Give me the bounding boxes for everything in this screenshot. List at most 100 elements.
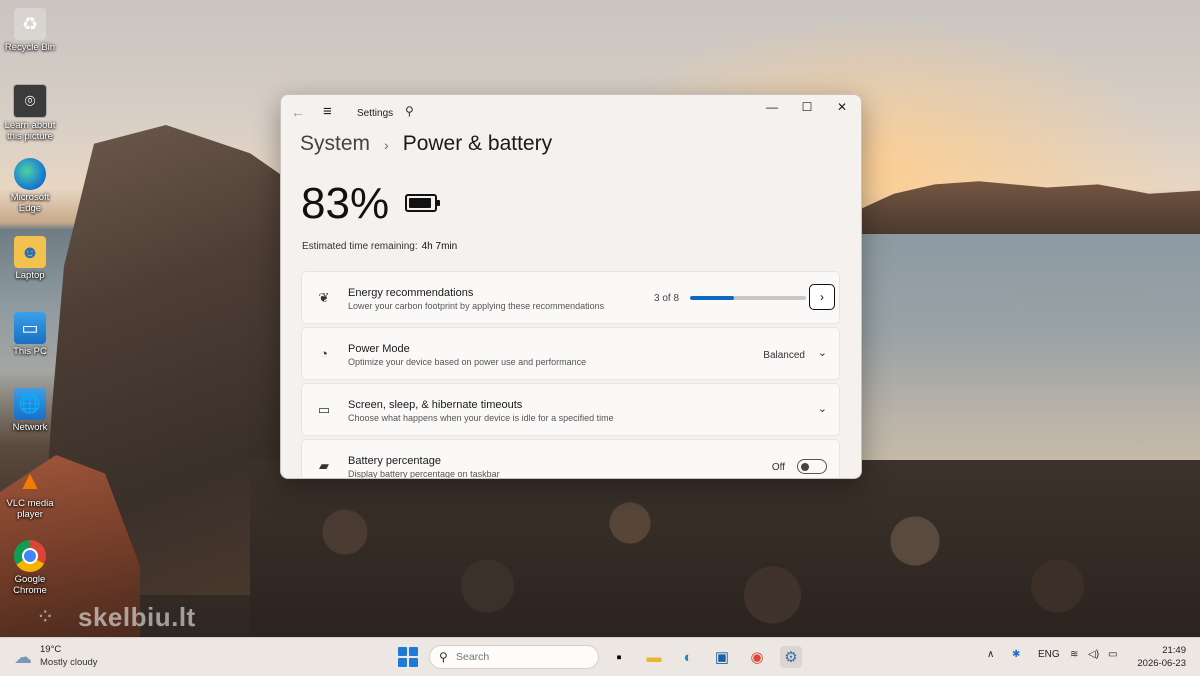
clock-time: 21:49 xyxy=(1162,645,1186,656)
desktop-icon-learn-picture[interactable]: ⌾ Learn about this picture xyxy=(4,84,56,142)
wallpaper-stones xyxy=(250,460,1200,640)
card-title: Screen, sleep, & hibernate timeouts xyxy=(348,399,523,411)
windows-logo-pane xyxy=(409,647,418,656)
card-subtitle: Choose what happens when your device is … xyxy=(348,413,614,423)
toggle-state-label: Off xyxy=(771,462,785,473)
edge-taskbar-icon[interactable]: ◐ xyxy=(677,646,699,668)
network-icon: 🌐 xyxy=(14,388,46,420)
battery-percentage: 83% xyxy=(301,179,390,228)
desktop-icon-label: Laptop xyxy=(15,270,45,281)
desktop-icon-label: Network xyxy=(12,422,48,433)
desktop-icon-this-pc[interactable]: ▭ This PC xyxy=(4,312,56,357)
battery-percentage-toggle[interactable] xyxy=(797,459,827,474)
desktop-icon-label: Learn about this picture xyxy=(4,120,56,142)
microsoft-store-icon[interactable]: ▣ xyxy=(711,646,733,668)
chevron-up-icon[interactable]: ∧ xyxy=(987,649,994,660)
window-title: Settings xyxy=(357,108,394,119)
recycle-bin-icon: ♻ xyxy=(14,8,46,40)
desktop-icon-label: Recycle Bin xyxy=(4,42,56,53)
recommendations-progress-bar xyxy=(690,296,806,300)
breadcrumb-system[interactable]: System xyxy=(300,132,370,156)
desktop-icon-edge[interactable]: Microsoft Edge xyxy=(4,158,56,214)
power-mode-value[interactable]: Balanced xyxy=(763,350,805,361)
back-arrow-icon[interactable]: ← xyxy=(291,104,305,120)
windows-logo-pane xyxy=(409,658,418,667)
desktop-icon-label: VLC media player xyxy=(6,498,54,520)
estimated-time: Estimated time remaining: 4h 7min xyxy=(302,241,457,252)
windows-logo-icon xyxy=(398,647,407,656)
timeouts-card[interactable]: ▭ Screen, sleep, & hibernate timeouts Ch… xyxy=(301,383,840,436)
taskbar-search[interactable]: ⚲ xyxy=(429,645,599,669)
chevron-down-icon[interactable]: ⌄ xyxy=(818,402,827,415)
battery-icon xyxy=(405,194,440,212)
gauge-icon: ◔ xyxy=(320,346,328,361)
settings-window[interactable]: ← ≡ Settings ⚲ — ☐ ✕ System › Power & ba… xyxy=(280,94,862,479)
volume-icon[interactable]: ◁) xyxy=(1088,649,1099,660)
chevron-right-icon: › xyxy=(384,137,389,153)
clock[interactable]: 21:49 2026-06-23 xyxy=(1137,644,1186,670)
desktop-icon-label: This PC xyxy=(13,346,47,357)
bluetooth-icon[interactable]: ✱ xyxy=(1012,649,1020,660)
learn-about-picture-icon: ⌾ xyxy=(13,84,47,118)
weather-temperature[interactable]: 19°C xyxy=(40,644,61,655)
desktop-icon-laptop[interactable]: ☻ Laptop xyxy=(4,236,56,281)
power-mode-card[interactable]: ◔ Power Mode Optimize your device based … xyxy=(301,327,840,380)
settings-taskbar-icon[interactable]: ⚙ xyxy=(780,646,802,668)
estimated-time-value: 4h 7min xyxy=(421,241,458,252)
breadcrumb: System › Power & battery xyxy=(300,132,552,156)
edge-icon xyxy=(14,158,46,190)
wallpaper-cliff xyxy=(860,181,1200,234)
desktop-icon-recycle-bin[interactable]: ♻ Recycle Bin xyxy=(4,8,56,53)
minimize-button[interactable]: — xyxy=(758,100,786,114)
watermark-text: skelbiu.lt xyxy=(78,602,196,632)
battery-charging-icon: ▰ xyxy=(319,458,329,473)
windows-logo-pane xyxy=(398,658,407,667)
chrome-icon xyxy=(14,540,46,572)
wifi-icon[interactable]: ≋ xyxy=(1070,649,1078,660)
vlc-icon: ▲ xyxy=(17,464,43,495)
cloud-sun-icon[interactable]: ☁ xyxy=(14,647,32,668)
open-recommendations-button[interactable]: › xyxy=(809,284,835,310)
desktop-icon-vlc[interactable]: ▲ VLC media player xyxy=(4,464,56,521)
hamburger-menu-icon[interactable]: ≡ xyxy=(323,103,332,120)
card-title: Power Mode xyxy=(348,343,410,355)
energy-recommendations-card[interactable]: ❦ Energy recommendations Lower your carb… xyxy=(301,271,840,324)
chevron-right-icon: › xyxy=(820,290,824,304)
chrome-taskbar-icon[interactable]: ◉ xyxy=(746,646,768,668)
desktop-icon-network[interactable]: 🌐 Network xyxy=(4,388,56,433)
estimated-time-label: Estimated time remaining: xyxy=(302,241,418,252)
progress-fill xyxy=(690,296,734,300)
this-pc-icon: ▭ xyxy=(14,312,46,344)
search-icon[interactable]: ⚲ xyxy=(405,104,414,118)
card-subtitle: Display battery percentage on taskbar xyxy=(348,469,500,479)
card-title: Energy recommendations xyxy=(348,287,474,299)
wallpaper-sea xyxy=(860,232,1200,492)
title-bar[interactable]: ← ≡ Settings ⚲ — ☐ ✕ xyxy=(281,95,861,131)
battery-tray-icon[interactable]: ▭ xyxy=(1108,649,1117,660)
desktop-icon-label: Google Chrome xyxy=(13,574,47,596)
recommendations-count: 3 of 8 xyxy=(654,293,680,304)
battery-percentage-card[interactable]: ▰ Battery percentage Display battery per… xyxy=(301,439,840,479)
card-subtitle: Optimize your device based on power use … xyxy=(348,357,587,367)
search-icon: ⚲ xyxy=(439,650,448,664)
card-subtitle: Lower your carbon footprint by applying … xyxy=(348,301,605,311)
taskbar-search-input[interactable] xyxy=(456,649,586,665)
language-indicator[interactable]: ENG xyxy=(1038,649,1060,660)
watermark-logo-icon: ⁘ xyxy=(36,604,55,629)
desktop-icon-label: Microsoft Edge xyxy=(10,192,50,214)
start-button[interactable] xyxy=(398,647,418,667)
card-title: Battery percentage xyxy=(348,455,441,467)
close-button[interactable]: ✕ xyxy=(828,100,856,114)
taskbar: ☁ 19°C Mostly cloudy ⚲ ▪ ▬ ◐ ▣ ◉ ⚙ ∧ ✱ E… xyxy=(0,637,1200,676)
desktop-icon-chrome[interactable]: Google Chrome xyxy=(4,540,56,596)
page-title: Power & battery xyxy=(402,132,553,155)
weather-description[interactable]: Mostly cloudy xyxy=(40,657,98,668)
screen-sleep-icon: ▭ xyxy=(317,402,331,417)
clock-date: 2026-06-23 xyxy=(1137,658,1186,669)
file-explorer-icon[interactable]: ▬ xyxy=(643,646,665,668)
task-view-icon[interactable]: ▪ xyxy=(608,646,630,668)
chevron-down-icon[interactable]: ⌄ xyxy=(818,346,827,359)
user-folder-icon: ☻ xyxy=(14,236,46,268)
toggle-knob xyxy=(801,462,809,471)
maximize-button[interactable]: ☐ xyxy=(793,100,821,114)
